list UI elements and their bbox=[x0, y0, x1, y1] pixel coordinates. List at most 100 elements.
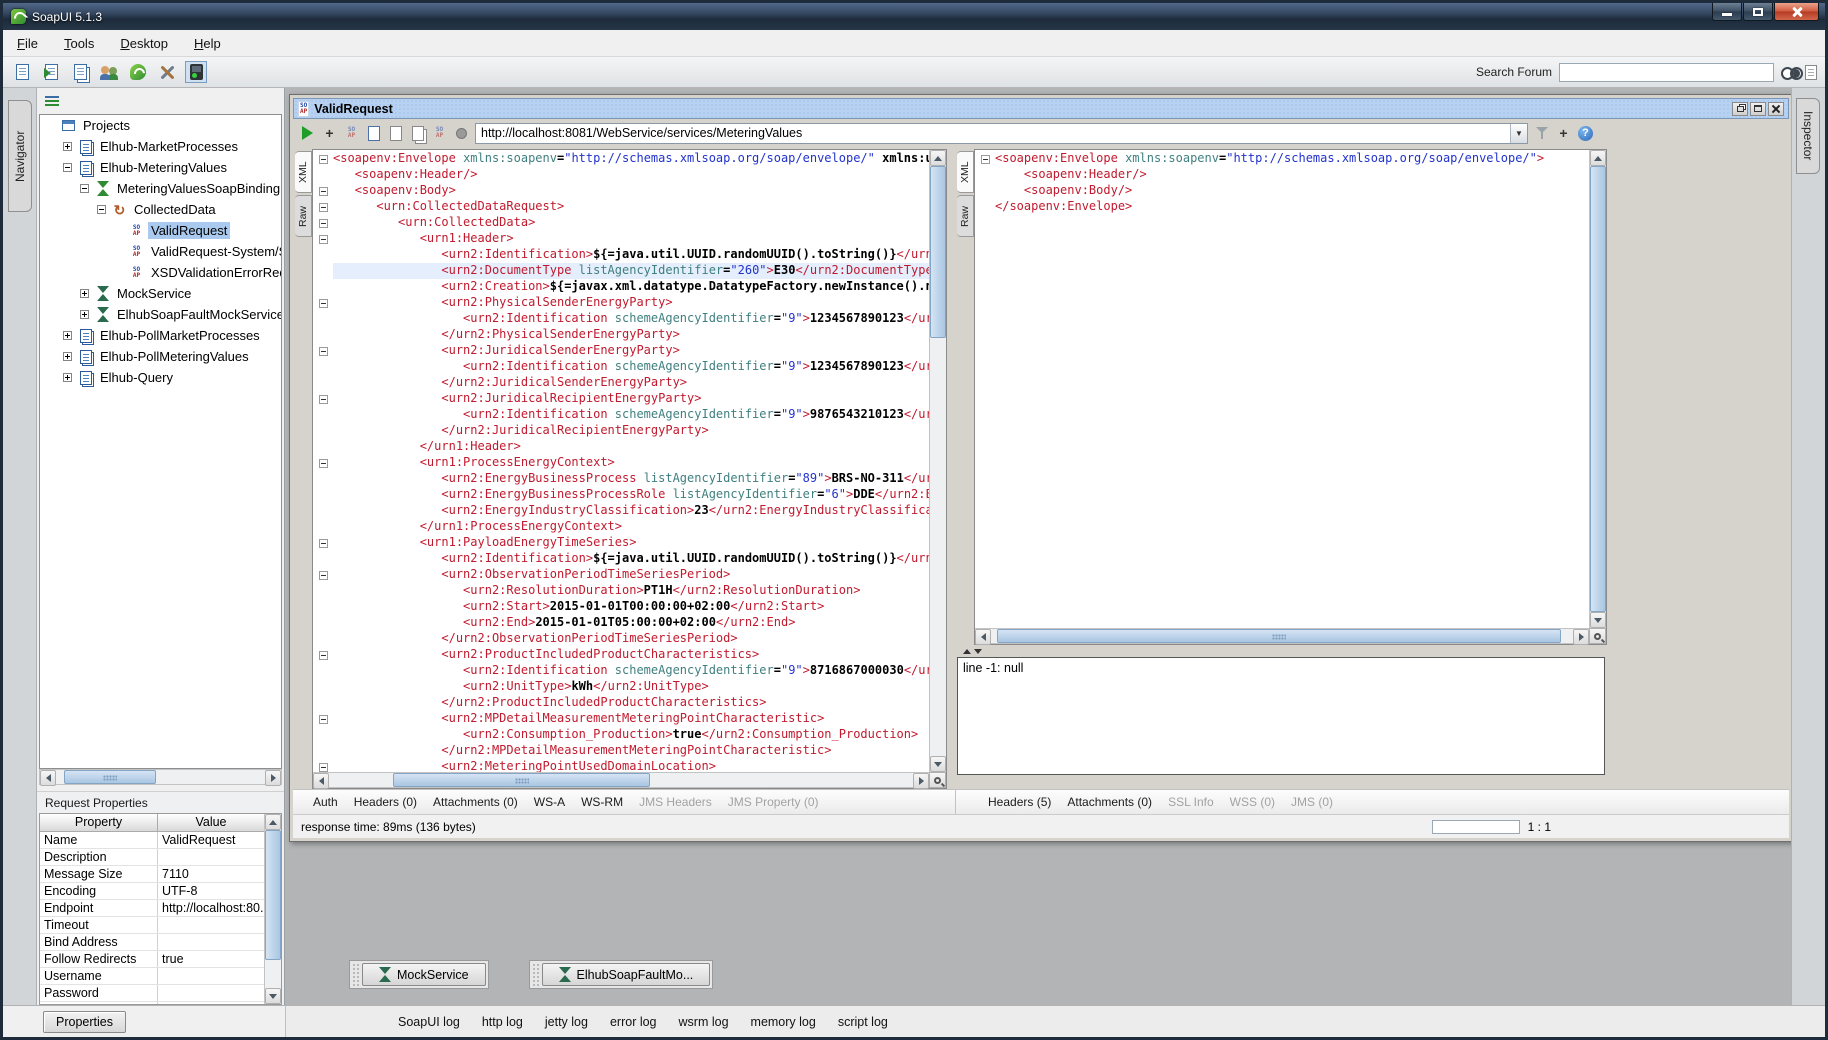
fold-marker-icon[interactable] bbox=[319, 187, 328, 196]
scroll-down-arrow[interactable] bbox=[930, 756, 946, 772]
property-row-endpoint[interactable]: Endpointhttp://localhost:80... bbox=[40, 900, 264, 917]
property-row-domain[interactable]: Domain bbox=[40, 1002, 264, 1004]
tree-item-elhubsoapfaultmockservice[interactable]: ElhubSoapFaultMockService bbox=[40, 304, 281, 325]
close-button[interactable] bbox=[1774, 3, 1819, 21]
tree-item-elhub-marketprocesses[interactable]: Elhub-MarketProcesses bbox=[40, 136, 281, 157]
property-row-username[interactable]: Username bbox=[40, 968, 264, 985]
expand-icon[interactable] bbox=[63, 373, 72, 382]
property-value[interactable]: UTF-8 bbox=[158, 883, 264, 899]
property-value[interactable]: true bbox=[158, 951, 264, 967]
log-tab-error-log[interactable]: error log bbox=[610, 1015, 657, 1029]
expand-icon[interactable] bbox=[63, 331, 72, 340]
fold-marker-icon[interactable] bbox=[319, 155, 328, 164]
tab-attachments-0-[interactable]: Attachments (0) bbox=[1067, 795, 1152, 809]
tree-item-meteringvaluessoapbinding[interactable]: MeteringValuesSoapBinding bbox=[40, 178, 281, 199]
property-value[interactable]: 7110 bbox=[158, 866, 264, 882]
scrollbar-thumb[interactable] bbox=[997, 629, 1562, 643]
collapse-icon[interactable] bbox=[97, 205, 106, 214]
fold-marker-icon[interactable] bbox=[319, 459, 328, 468]
tab-headers-0-[interactable]: Headers (0) bbox=[354, 795, 417, 809]
tree-options-icon[interactable] bbox=[45, 96, 59, 107]
restore-window-button[interactable]: ElhubSoapFaultMo... bbox=[542, 963, 711, 986]
tree-item-xsdvalidationerrorrequest[interactable]: SOAPXSDValidationErrorRequest bbox=[40, 262, 281, 283]
properties-button[interactable]: Properties bbox=[43, 1011, 126, 1033]
log-tab-wsrm-log[interactable]: wsrm log bbox=[679, 1015, 729, 1029]
filter-button[interactable] bbox=[1533, 125, 1550, 142]
log-tab-script-log[interactable]: script log bbox=[838, 1015, 888, 1029]
fold-gutter[interactable] bbox=[975, 150, 995, 628]
soap-action-button[interactable]: SOAP bbox=[431, 125, 448, 142]
property-row-name[interactable]: NameValidRequest bbox=[40, 832, 264, 849]
expand-icon[interactable] bbox=[80, 289, 89, 298]
help-button[interactable]: ? bbox=[1577, 125, 1594, 142]
tree-item-elhub-meteringvalues[interactable]: Elhub-MeteringValues bbox=[40, 157, 281, 178]
response-xml-tab[interactable]: XML bbox=[957, 151, 974, 193]
menu-desktop[interactable]: Desktop bbox=[120, 36, 168, 51]
scrollbar-thumb[interactable] bbox=[393, 773, 650, 787]
clone-request-button[interactable] bbox=[409, 125, 426, 142]
editor-splitter[interactable] bbox=[947, 149, 957, 789]
maximize-button[interactable] bbox=[1743, 3, 1773, 21]
caret-position-input[interactable] bbox=[1432, 820, 1520, 834]
scroll-down-arrow[interactable] bbox=[1590, 612, 1606, 628]
tab-ws-rm[interactable]: WS-RM bbox=[581, 795, 623, 809]
minimize-button[interactable] bbox=[1712, 3, 1742, 21]
menu-file[interactable]: File bbox=[17, 36, 38, 51]
window-maximize-button[interactable] bbox=[1750, 102, 1766, 116]
editor-zoom-button[interactable] bbox=[929, 772, 946, 788]
response-raw-tab[interactable]: Raw bbox=[957, 195, 974, 237]
window-close-button[interactable] bbox=[1768, 102, 1784, 116]
scroll-up-arrow[interactable] bbox=[930, 150, 946, 166]
page-icon[interactable] bbox=[1805, 65, 1817, 80]
fold-marker-icon[interactable] bbox=[319, 395, 328, 404]
property-row-encoding[interactable]: EncodingUTF-8 bbox=[40, 883, 264, 900]
scrollbar-thumb[interactable] bbox=[1590, 166, 1606, 612]
tree-item-validrequest-system-securi[interactable]: SOAPValidRequest-System/Securi bbox=[40, 241, 281, 262]
import-project-button[interactable] bbox=[40, 61, 62, 83]
response-xml-editor[interactable]: <soapenv:Envelope xmlns:soapenv="http://… bbox=[995, 150, 1589, 628]
request-xml-editor[interactable]: <soapenv:Envelope xmlns:soapenv="http://… bbox=[333, 150, 929, 772]
log-tab-jetty-log[interactable]: jetty log bbox=[545, 1015, 588, 1029]
tab-ws-a[interactable]: WS-A bbox=[534, 795, 565, 809]
menu-help[interactable]: Help bbox=[194, 36, 221, 51]
preferences-button[interactable] bbox=[156, 61, 178, 83]
scroll-up-arrow[interactable] bbox=[1590, 150, 1606, 166]
search-forum-input[interactable] bbox=[1559, 63, 1774, 82]
fold-marker-icon[interactable] bbox=[319, 347, 328, 356]
submit-request-button[interactable] bbox=[299, 125, 316, 142]
property-row-follow-redirects[interactable]: Follow Redirectstrue bbox=[40, 951, 264, 968]
create-soap-request-button[interactable]: SOAP bbox=[343, 125, 360, 142]
scroll-left-arrow[interactable] bbox=[975, 629, 991, 645]
property-value[interactable] bbox=[158, 934, 264, 950]
fold-marker-icon[interactable] bbox=[319, 763, 328, 772]
save-all-button[interactable] bbox=[69, 61, 91, 83]
request-raw-tab[interactable]: Raw bbox=[295, 195, 312, 237]
drag-grip[interactable] bbox=[352, 963, 360, 986]
property-row-message-size[interactable]: Message Size7110 bbox=[40, 866, 264, 883]
fold-marker-icon[interactable] bbox=[319, 571, 328, 580]
fold-marker-icon[interactable] bbox=[319, 235, 328, 244]
add-endpoint-button[interactable]: + bbox=[1555, 125, 1572, 142]
column-header-value[interactable]: Value bbox=[158, 814, 264, 831]
scroll-left-arrow[interactable] bbox=[40, 770, 56, 786]
log-splitter[interactable] bbox=[957, 645, 1607, 657]
scroll-left-arrow[interactable] bbox=[313, 773, 329, 789]
scroll-right-arrow[interactable] bbox=[913, 773, 929, 789]
forum-button[interactable] bbox=[98, 61, 120, 83]
property-value[interactable] bbox=[158, 1002, 264, 1004]
log-tab-soapui-log[interactable]: SoapUI log bbox=[398, 1015, 460, 1029]
menu-tools[interactable]: Tools bbox=[64, 36, 94, 51]
tab-headers-5-[interactable]: Headers (5) bbox=[988, 795, 1051, 809]
column-header-property[interactable]: Property bbox=[40, 814, 158, 831]
fold-marker-icon[interactable] bbox=[319, 651, 328, 660]
scroll-up-arrow[interactable] bbox=[265, 814, 281, 830]
log-tab-http-log[interactable]: http log bbox=[482, 1015, 523, 1029]
tree-item-mockservice[interactable]: MockService bbox=[40, 283, 281, 304]
property-value[interactable] bbox=[158, 968, 264, 984]
collapse-icon[interactable] bbox=[80, 184, 89, 193]
tree-item-collecteddata[interactable]: ↻CollectedData bbox=[40, 199, 281, 220]
clean-request-button[interactable] bbox=[387, 125, 404, 142]
scrollbar-thumb[interactable] bbox=[64, 770, 156, 784]
fold-gutter[interactable] bbox=[313, 150, 333, 772]
property-value[interactable]: http://localhost:80... bbox=[158, 900, 264, 916]
